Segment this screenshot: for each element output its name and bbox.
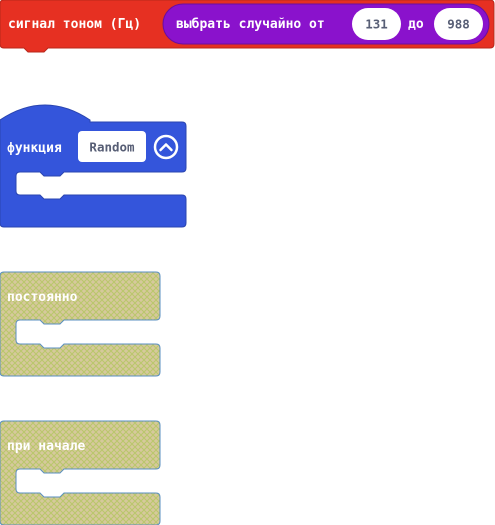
random-from-value: 131 — [365, 17, 388, 32]
function-name-field[interactable]: Random — [78, 131, 146, 162]
random-from-field[interactable]: 131 — [352, 8, 401, 40]
function-label: функция — [7, 141, 62, 156]
on-start-block[interactable]: при начале — [0, 420, 161, 525]
pick-random-label: выбрать случайно от — [176, 17, 325, 32]
function-name-value: Random — [89, 140, 135, 155]
on-start-label: при начале — [7, 439, 85, 454]
play-tone-label: сигнал тоном (Гц) — [8, 17, 141, 32]
random-to-field[interactable]: 988 — [434, 8, 483, 40]
random-to-label: до — [408, 17, 424, 32]
pick-random-block[interactable]: выбрать случайно от 131 до 988 — [162, 3, 490, 45]
forever-label: постоянно — [7, 290, 78, 305]
play-tone-block[interactable]: сигнал тоном (Гц) выбрать случайно от 13… — [0, 0, 495, 53]
forever-block[interactable]: постоянно — [0, 271, 161, 377]
random-to-value: 988 — [447, 17, 470, 32]
function-block-shape[interactable] — [0, 104, 187, 228]
forever-block-shape[interactable] — [0, 271, 161, 377]
on-start-block-shape[interactable] — [0, 420, 161, 525]
function-block[interactable]: функция Random — [0, 104, 187, 228]
blocks-workspace[interactable]: сигнал тоном (Гц) выбрать случайно от 13… — [0, 0, 495, 525]
